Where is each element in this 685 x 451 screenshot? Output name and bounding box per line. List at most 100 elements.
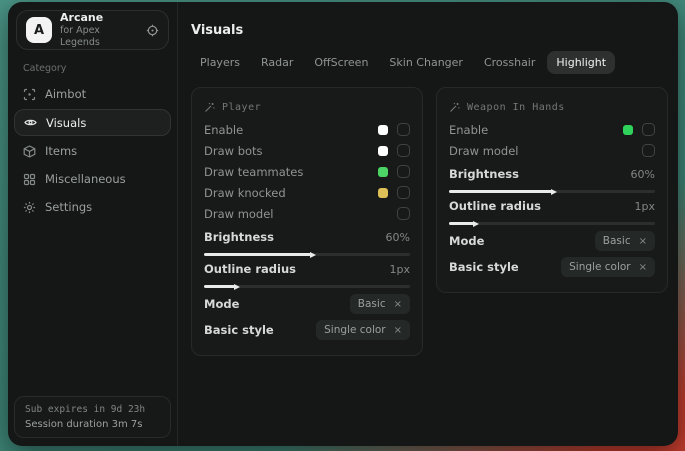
clear-icon[interactable]: × bbox=[639, 236, 647, 247]
checkbox[interactable] bbox=[642, 123, 655, 136]
target-icon[interactable] bbox=[146, 24, 159, 37]
outline-radius-slider[interactable] bbox=[449, 222, 655, 225]
toggle-row-enable: Enable bbox=[204, 119, 410, 140]
sidebar-item-label: Aimbot bbox=[45, 87, 86, 101]
basic-style-select[interactable]: Single color × bbox=[561, 257, 655, 277]
sidebar-item-miscellaneous[interactable]: Miscellaneous bbox=[8, 165, 177, 193]
tab-radar[interactable]: Radar bbox=[252, 51, 302, 74]
select-label: Basic style bbox=[204, 323, 316, 337]
slider-thumb[interactable] bbox=[234, 284, 240, 290]
sub-expires-text: Sub expires in 9d 23h bbox=[25, 404, 160, 415]
checkbox[interactable] bbox=[642, 144, 655, 157]
tab-crosshair[interactable]: Crosshair bbox=[475, 51, 544, 74]
toggle-row-draw-knocked: Draw knocked bbox=[204, 182, 410, 203]
brightness-slider[interactable] bbox=[449, 190, 655, 193]
toggle-row-draw-bots: Draw bots bbox=[204, 140, 410, 161]
sidebar-item-label: Miscellaneous bbox=[45, 172, 126, 186]
tab-highlight[interactable]: Highlight bbox=[547, 51, 615, 74]
weapon-in-hands-panel: Weapon In Hands Enable Draw model Bright… bbox=[436, 87, 668, 293]
grid-icon bbox=[23, 173, 36, 186]
slider-row-outline-radius: Outline radius 1px bbox=[449, 197, 655, 215]
slider-label: Outline radius bbox=[449, 199, 635, 213]
toggle-label: Draw teammates bbox=[204, 165, 378, 179]
toggle-label: Draw knocked bbox=[204, 186, 378, 200]
game-background: A Arcane for Apex Legends Category bbox=[0, 0, 685, 451]
select-row-mode: Mode Basic × bbox=[449, 228, 655, 254]
color-swatch[interactable] bbox=[378, 188, 388, 198]
checkbox[interactable] bbox=[397, 144, 410, 157]
toggle-row-draw-teammates: Draw teammates bbox=[204, 161, 410, 182]
app-logo: A bbox=[26, 17, 52, 43]
session-duration-text: Session duration 3m 7s bbox=[25, 419, 160, 430]
color-swatch[interactable] bbox=[378, 146, 388, 156]
outline-radius-slider[interactable] bbox=[204, 285, 410, 288]
box-icon bbox=[23, 145, 36, 158]
slider-thumb[interactable] bbox=[473, 221, 479, 227]
brand-card: A Arcane for Apex Legends bbox=[16, 10, 169, 50]
panel-title: Weapon In Hands bbox=[467, 102, 565, 113]
color-swatch[interactable] bbox=[623, 125, 633, 135]
mode-select[interactable]: Basic × bbox=[350, 294, 410, 314]
sidebar: A Arcane for Apex Legends Category bbox=[8, 2, 178, 446]
player-panel: Player Enable Draw bots Draw teammates bbox=[191, 87, 423, 356]
checkbox[interactable] bbox=[397, 123, 410, 136]
toggle-label: Draw model bbox=[204, 207, 397, 221]
wand-icon bbox=[204, 102, 215, 113]
slider-thumb[interactable] bbox=[310, 252, 316, 258]
panels-row: Player Enable Draw bots Draw teammates bbox=[191, 87, 668, 356]
checkbox[interactable] bbox=[397, 165, 410, 178]
color-swatch[interactable] bbox=[378, 167, 388, 177]
page-title: Visuals bbox=[191, 2, 668, 38]
toggle-label: Draw model bbox=[449, 144, 642, 158]
app-window: A Arcane for Apex Legends Category bbox=[8, 2, 678, 446]
slider-thumb[interactable] bbox=[551, 189, 557, 195]
slider-label: Brightness bbox=[204, 230, 386, 244]
tab-bar: Players Radar OffScreen Skin Changer Cro… bbox=[191, 51, 668, 74]
category-label: Category bbox=[23, 63, 177, 74]
tab-offscreen[interactable]: OffScreen bbox=[305, 51, 377, 74]
select-label: Mode bbox=[449, 234, 595, 248]
tab-players[interactable]: Players bbox=[191, 51, 249, 74]
slider-value: 60% bbox=[386, 231, 410, 244]
sidebar-item-settings[interactable]: Settings bbox=[8, 193, 177, 221]
crosshair-icon bbox=[23, 88, 36, 101]
brightness-slider[interactable] bbox=[204, 253, 410, 256]
clear-icon[interactable]: × bbox=[394, 325, 402, 336]
wand-icon bbox=[449, 102, 460, 113]
sidebar-item-items[interactable]: Items bbox=[8, 137, 177, 165]
tab-skin-changer[interactable]: Skin Changer bbox=[380, 51, 472, 74]
slider-value: 1px bbox=[635, 200, 656, 213]
color-swatch[interactable] bbox=[378, 125, 388, 135]
slider-fill bbox=[449, 222, 474, 225]
slider-fill bbox=[449, 190, 552, 193]
toggle-label: Enable bbox=[204, 123, 378, 137]
slider-row-brightness: Brightness 60% bbox=[204, 228, 410, 246]
basic-style-select[interactable]: Single color × bbox=[316, 320, 410, 340]
sidebar-nav: Aimbot Visuals bbox=[8, 80, 177, 221]
toggle-row-enable: Enable bbox=[449, 119, 655, 140]
sidebar-item-visuals[interactable]: Visuals bbox=[14, 109, 171, 136]
slider-value: 60% bbox=[631, 168, 655, 181]
toggle-label: Enable bbox=[449, 123, 623, 137]
checkbox[interactable] bbox=[397, 207, 410, 220]
clear-icon[interactable]: × bbox=[639, 262, 647, 273]
slider-row-brightness: Brightness 60% bbox=[449, 165, 655, 183]
toggle-row-draw-model: Draw model bbox=[449, 140, 655, 161]
subscription-status: Sub expires in 9d 23h Session duration 3… bbox=[14, 396, 171, 438]
mode-select[interactable]: Basic × bbox=[595, 231, 655, 251]
main-content: Visuals Players Radar OffScreen Skin Cha… bbox=[178, 2, 678, 446]
eye-icon bbox=[24, 116, 37, 129]
sidebar-item-aimbot[interactable]: Aimbot bbox=[8, 80, 177, 108]
sidebar-item-label: Settings bbox=[45, 200, 92, 214]
slider-fill bbox=[204, 253, 311, 256]
clear-icon[interactable]: × bbox=[394, 299, 402, 310]
toggle-label: Draw bots bbox=[204, 144, 378, 158]
slider-label: Brightness bbox=[449, 167, 631, 181]
checkbox[interactable] bbox=[397, 186, 410, 199]
toggle-row-draw-model: Draw model bbox=[204, 203, 410, 224]
selected-option: Basic bbox=[358, 298, 386, 310]
select-row-mode: Mode Basic × bbox=[204, 291, 410, 317]
slider-row-outline-radius: Outline radius 1px bbox=[204, 260, 410, 278]
player-panel-header: Player bbox=[204, 98, 410, 116]
select-label: Mode bbox=[204, 297, 350, 311]
